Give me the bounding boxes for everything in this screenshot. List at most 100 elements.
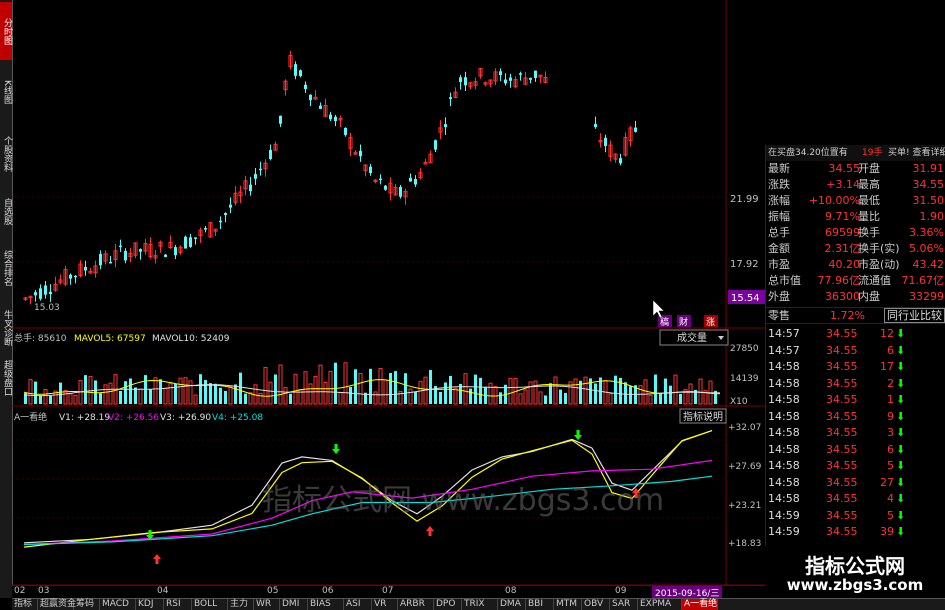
indicator-tab-7[interactable]: 主力 xyxy=(228,599,254,610)
indicator-tab-11[interactable]: ASI xyxy=(344,599,372,610)
tick-vol: 5 xyxy=(887,459,894,472)
tick-row: 14:58 34.55 2 ⬇ xyxy=(766,376,906,392)
candle-101 xyxy=(529,77,532,84)
candle-59 xyxy=(319,102,322,110)
volume-bar-107 xyxy=(559,389,562,404)
candle-1 xyxy=(28,295,33,305)
quote-l2: 市盈(动) xyxy=(858,258,900,271)
quote-l1: 市盈 xyxy=(768,258,790,271)
indicator-tab-2[interactable]: 筹码 xyxy=(74,599,100,610)
quote-header-right[interactable]: 买单! 查看详细 xyxy=(888,145,945,161)
candle-85 xyxy=(449,92,452,107)
indicator-tab-6[interactable]: BOLL xyxy=(192,599,228,610)
left-tab-1[interactable]: K线图 xyxy=(0,62,12,122)
indicator-tab-21[interactable]: EXPMA xyxy=(638,599,682,610)
indicator-tab-19[interactable]: OBV xyxy=(582,599,610,610)
tick-row: 14:58 34.55 27 ⬇ xyxy=(766,475,906,491)
left-tab-2[interactable]: 个股资料 xyxy=(0,124,12,184)
indicator-tab-0[interactable]: 指标 xyxy=(12,599,38,610)
indicator-tab-16[interactable]: DMA xyxy=(498,599,526,610)
candle-31 xyxy=(178,245,183,255)
volume-label-0: 27850 xyxy=(730,344,759,354)
quote-panel-header[interactable]: 在买盘34.20位置有 19手 买单! 查看详细 xyxy=(766,145,945,161)
indicator-tab-3[interactable]: MACD xyxy=(100,599,136,610)
tick-row: 14:58 34.55 6 ⬇ xyxy=(766,442,906,458)
kline-chart-svg[interactable]: 21.99 17.92 15.54 15.03 稿 财 涨 总手: 85610 … xyxy=(12,0,765,586)
volume-bar-84 xyxy=(444,382,447,404)
indicator-tab-9[interactable]: DMI xyxy=(280,599,308,610)
quote-l2: 换手 xyxy=(858,226,880,239)
tick-time: 14:57 xyxy=(768,327,800,340)
quote-v2: 33299 xyxy=(909,290,944,303)
tick-vol: 6 xyxy=(887,343,894,357)
left-tab-5[interactable]: 牛叉诊断 xyxy=(0,300,12,356)
indicator-help-button[interactable]: 指标说明 xyxy=(683,410,723,423)
candle-4 xyxy=(44,280,47,299)
volume-bar-28 xyxy=(163,387,168,405)
volume-bar-112 xyxy=(583,376,588,405)
volume-bar-90 xyxy=(474,374,477,404)
volume-bar-17 xyxy=(108,382,113,405)
volume-bar-22 xyxy=(134,387,137,404)
indicator-tab-10[interactable]: BIAS xyxy=(308,599,344,610)
candle-112 xyxy=(628,126,633,147)
candle-113 xyxy=(634,120,637,133)
volume-bar-48 xyxy=(263,366,268,405)
tick-vol: 5 xyxy=(887,508,894,522)
candle-72 xyxy=(384,185,387,191)
quote-row: 金额 2.31亿 换手(实) 5.06% xyxy=(766,241,945,257)
down-arrow-icon: ⬇ xyxy=(896,525,906,538)
industry-compare-button[interactable]: 同行业比较 xyxy=(884,308,945,323)
candle-29 xyxy=(168,235,173,249)
volume-bar-49 xyxy=(268,381,273,405)
volume-bar-20 xyxy=(124,381,127,404)
candle-13 xyxy=(88,267,93,274)
candle-12 xyxy=(84,260,87,276)
indicator-tab-8[interactable]: WR xyxy=(254,599,280,610)
tick-time: 14:58 xyxy=(768,409,800,423)
quote-row: 总市值 77.96亿 流通值 71.67亿 xyxy=(766,273,945,289)
badge-1: 财 xyxy=(679,316,688,328)
tick-price: 34.55 xyxy=(826,442,858,456)
volume-bar-61 xyxy=(328,370,333,405)
indicator-tab-22[interactable]: A一看绝 xyxy=(682,599,718,610)
volume-bar-88 xyxy=(463,373,468,405)
indicator-tab-4[interactable]: KDJ xyxy=(136,599,164,610)
volume-bar-35 xyxy=(199,374,202,404)
indicator-select[interactable]: 成交量 xyxy=(677,331,707,344)
tick-vol: 12 xyxy=(880,327,894,340)
candle-94 xyxy=(493,68,498,86)
left-tab-0[interactable]: 分时图 xyxy=(0,2,12,60)
indicator-tab-14[interactable]: DPO xyxy=(434,599,462,610)
indicator-tab-13[interactable]: ARBR xyxy=(398,599,434,610)
indicator-label-3: +18.83 xyxy=(728,539,761,549)
indicator-tab-12[interactable]: VR xyxy=(372,599,398,610)
volume-bar-76 xyxy=(404,373,407,404)
volume-bar-7 xyxy=(59,382,62,404)
left-tab-3[interactable]: 自选股 xyxy=(0,186,12,236)
chart-area[interactable]: 21.99 17.92 15.54 15.03 稿 财 涨 总手: 85610 … xyxy=(12,0,765,586)
left-tab-6[interactable]: 超级盘口 xyxy=(0,358,12,398)
indicator-tab-18[interactable]: MTM xyxy=(554,599,582,610)
indicator-tab-5[interactable]: RSI xyxy=(164,599,192,610)
indicator-tab-20[interactable]: SAR xyxy=(610,599,638,610)
volume-bar-36 xyxy=(204,380,207,404)
indicator-tab-15[interactable]: TRIX xyxy=(462,599,498,610)
indicator-tab-1[interactable]: 超赢资金 xyxy=(38,599,76,610)
tick-row: 14:58 34.55 9 ⬇ xyxy=(766,409,906,425)
quote-v1: 77.96亿 xyxy=(817,274,861,287)
candle-56 xyxy=(304,81,307,94)
volume-bar-4 xyxy=(43,389,48,405)
x-label-7: 09 xyxy=(615,586,627,596)
price-label-high: 21.99 xyxy=(730,194,759,205)
tick-price: 34.55 xyxy=(826,327,858,340)
tick-list[interactable]: 14:57 34.55 12 ⬇ 14:57 34.55 6 ⬇ 14:58 34.55 17 ⬇ 14… xyxy=(766,323,945,544)
left-tab-4[interactable]: 综合排名 xyxy=(0,238,12,298)
volume-bar-104 xyxy=(544,395,547,404)
candle-30 xyxy=(174,244,177,259)
quote-v2: 31.50 xyxy=(912,194,945,207)
tick-price: 34.55 xyxy=(826,459,858,472)
indicator-tab-17[interactable]: BBI xyxy=(526,599,554,610)
volume-bar-50 xyxy=(274,374,277,404)
quote-row: 市盈 40.20 市盈(动) 43.42 xyxy=(766,257,945,273)
